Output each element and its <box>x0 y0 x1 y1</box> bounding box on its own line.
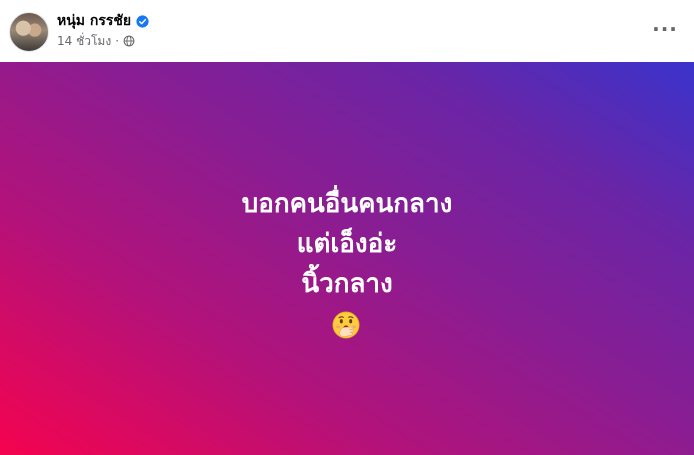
author-name-row: หนุ่ม กรรชัย <box>57 11 149 31</box>
verified-badge-icon <box>136 14 149 28</box>
post-meta: 14 ชั่วโมง · <box>57 33 135 49</box>
facebook-post: หนุ่ม กรรชัย 14 ชั่วโมง · ··· บอกคนอื่นค… <box>0 0 694 455</box>
post-text-line-1: บอกคนอื่นคนกลาง <box>241 189 453 219</box>
post-timestamp[interactable]: 14 ชั่วโมง <box>57 32 111 51</box>
post-text-line-2: แต่เอ็งอ่ะ <box>296 229 398 259</box>
globe-icon[interactable] <box>123 35 135 47</box>
more-icon: ··· <box>652 17 678 41</box>
author-name[interactable]: หนุ่ม กรรชัย <box>57 12 131 30</box>
author-avatar[interactable] <box>9 12 49 52</box>
meta-separator: · <box>115 34 120 48</box>
status-background: บอกคนอื่นคนกลาง แต่เอ็งอ่ะ นิ้วกลาง <box>0 62 694 455</box>
post-text-line-3: นิ้วกลาง <box>301 269 393 299</box>
post-header: หนุ่ม กรรชัย 14 ชั่วโมง · ··· <box>0 0 694 62</box>
more-options-button[interactable]: ··· <box>650 17 680 41</box>
face-with-hand-over-mouth-icon <box>332 311 360 339</box>
